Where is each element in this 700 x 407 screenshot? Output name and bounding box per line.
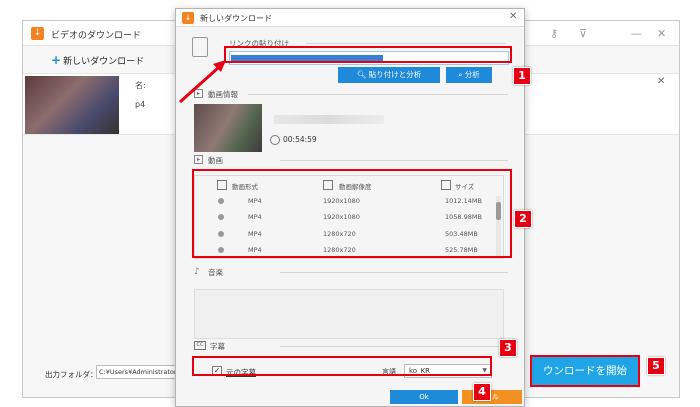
step-badge-2: 2 <box>514 210 532 228</box>
step-badge-5: 5 <box>647 357 665 375</box>
highlight-url-input <box>224 46 512 63</box>
step-badge-4: 4 <box>473 383 491 401</box>
highlight-video-table <box>192 169 512 258</box>
arrow-line <box>178 66 220 104</box>
step-badge-3: 3 <box>499 339 517 357</box>
step-badge-1: 1 <box>513 67 531 85</box>
highlight-start-button <box>530 355 640 387</box>
highlight-subtitle-row <box>192 356 492 376</box>
